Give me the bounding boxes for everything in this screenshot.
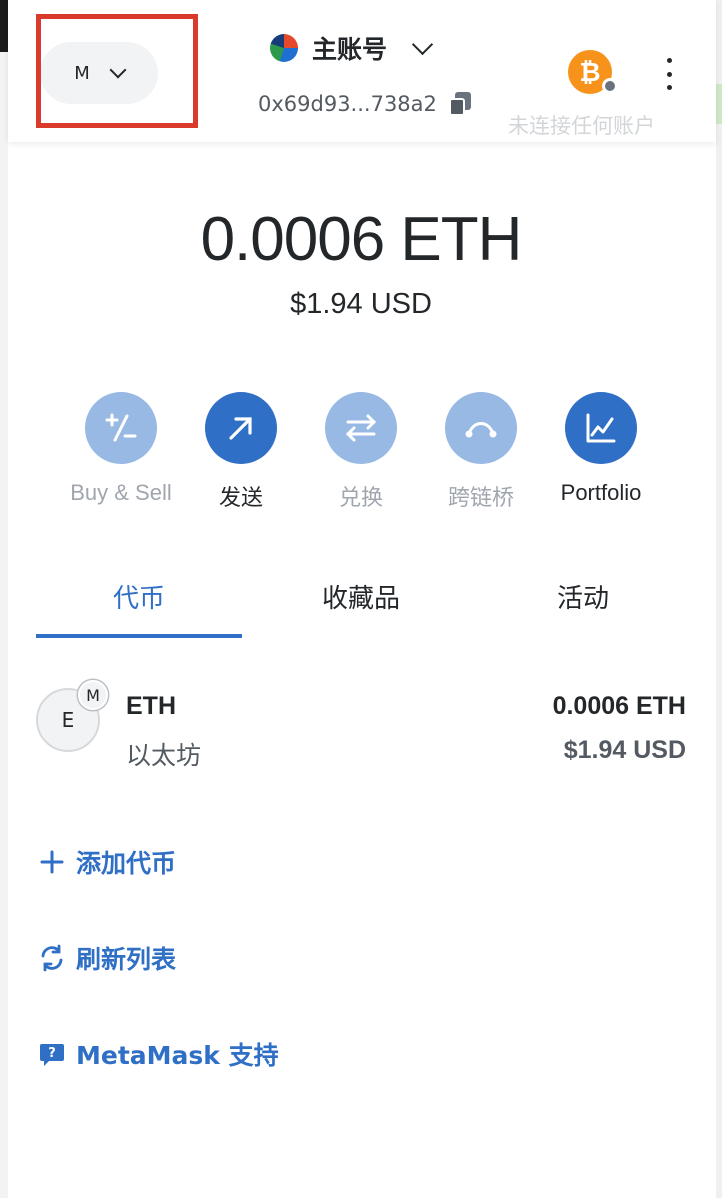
- fiat-balance: $1.94 USD: [290, 288, 432, 320]
- refresh-list-label: 刷新列表: [76, 945, 177, 974]
- token-symbol: ETH: [126, 692, 176, 720]
- token-fiat-value: $1.94 USD: [563, 736, 686, 764]
- add-token-link[interactable]: 添加代币: [38, 844, 176, 880]
- left-edge-strip: [0, 0, 8, 1198]
- copy-icon: [448, 92, 471, 116]
- add-token-label: 添加代币: [76, 849, 177, 878]
- account-menu-button[interactable]: 主账号: [270, 30, 434, 66]
- tab-activity[interactable]: 活动: [480, 578, 686, 638]
- buy-sell-button[interactable]: Buy & Sell: [56, 392, 186, 506]
- token-name: 以太坊: [126, 741, 202, 770]
- plus-icon: [38, 848, 66, 876]
- left-edge-dark-strip: [0, 0, 8, 52]
- tab-tokens[interactable]: 代币: [36, 578, 242, 638]
- token-list-item[interactable]: E M ETH 以太坊 0.0006 ETH $1.94 USD: [36, 680, 688, 780]
- send-arrow-icon: [205, 392, 277, 464]
- refresh-list-link[interactable]: 刷新列表: [38, 940, 176, 976]
- send-button[interactable]: 发送: [176, 392, 306, 512]
- account-address: 0x69d93...738a2: [258, 92, 437, 116]
- tab-label: 收藏品: [321, 584, 400, 614]
- app-header: M 主账号 0x69d93...738a2 未连接任何账户 ₿: [8, 0, 716, 142]
- portfolio-label: Portfolio: [560, 480, 642, 505]
- connection-status-dot: [602, 78, 618, 94]
- metamask-support-label: MetaMask 支持: [76, 1041, 279, 1070]
- network-badge-icon: M: [78, 680, 108, 710]
- token-amount: 0.0006 ETH: [552, 692, 686, 720]
- primary-balance: 0.0006 ETH: [200, 205, 523, 274]
- swap-button[interactable]: 兑换: [296, 392, 426, 512]
- asset-tabs: 代币 收藏品 活动: [36, 578, 676, 638]
- account-name: 主账号: [312, 35, 388, 64]
- send-label: 发送: [218, 485, 263, 510]
- bridge-label: 跨链桥: [447, 485, 514, 510]
- chevron-down-icon: [109, 61, 127, 79]
- portfolio-button[interactable]: Portfolio: [536, 392, 666, 506]
- swap-icon: [325, 392, 397, 464]
- more-options-icon[interactable]: [662, 58, 676, 90]
- tab-collectibles[interactable]: 收藏品: [258, 578, 464, 638]
- metamask-support-link[interactable]: ? MetaMask 支持: [38, 1036, 279, 1072]
- tab-label: 代币: [112, 584, 165, 614]
- bitcoin-icon: ₿: [579, 57, 601, 88]
- svg-text:?: ?: [48, 1046, 56, 1061]
- right-edge-green-strip: [716, 84, 722, 124]
- swap-label: 兑换: [338, 485, 383, 510]
- portfolio-chart-icon: [565, 392, 637, 464]
- account-avatar: [270, 34, 298, 62]
- support-chat-icon: ?: [38, 1040, 66, 1068]
- network-letter: M: [74, 62, 90, 84]
- chevron-down-icon: [411, 33, 434, 55]
- bridge-icon: [445, 392, 517, 464]
- address-copy-button[interactable]: 0x69d93...738a2: [258, 92, 471, 116]
- bridge-button[interactable]: 跨链桥: [416, 392, 546, 512]
- buy-sell-label: Buy & Sell: [70, 480, 172, 505]
- network-picker-button[interactable]: M: [40, 42, 158, 104]
- connection-status-tooltip: 未连接任何账户: [508, 114, 655, 138]
- action-buttons: Buy & Sell 发送 兑换 跨链桥 Portfolio: [56, 392, 666, 512]
- tab-label: 活动: [556, 584, 609, 614]
- right-edge-strip: [716, 0, 722, 1198]
- buy-sell-icon: [85, 392, 157, 464]
- refresh-icon: [38, 944, 66, 972]
